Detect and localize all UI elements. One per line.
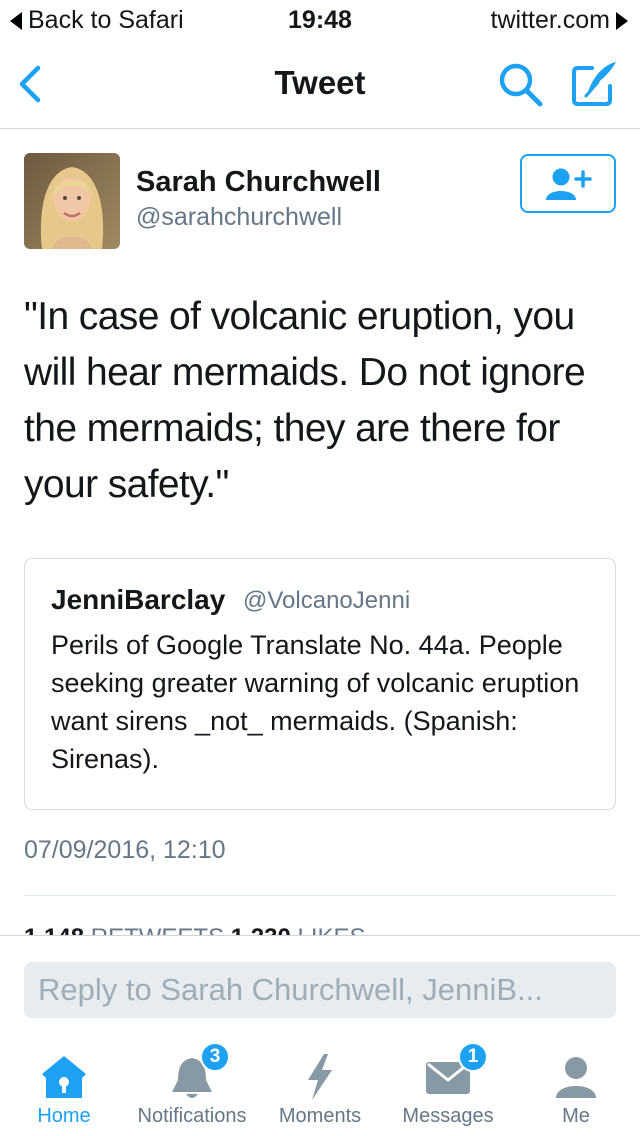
search-icon[interactable] <box>496 60 546 110</box>
home-icon <box>42 1056 86 1098</box>
tweet-text: "In case of volcanic eruption, you will … <box>24 295 586 506</box>
tab-messages-label: Messages <box>402 1105 494 1127</box>
add-user-icon <box>546 168 592 200</box>
status-site: twitter.com <box>491 6 628 35</box>
tab-messages[interactable]: 1 Messages <box>392 1040 504 1136</box>
retweets-count: 1,148 <box>24 924 84 935</box>
compose-icon[interactable] <box>568 58 622 110</box>
tab-me-label: Me <box>562 1105 590 1127</box>
reply-bar: Reply to Sarah Churchwell, JenniB... <box>0 935 640 1031</box>
likes-label: LIKES <box>297 924 365 935</box>
tab-moments-label: Moments <box>278 1105 362 1127</box>
tab-me[interactable]: Me <box>536 1040 616 1136</box>
reply-input[interactable]: Reply to Sarah Churchwell, JenniB... <box>24 962 616 1018</box>
follow-button[interactable] <box>520 154 616 213</box>
navigation-bar: Tweet <box>0 40 640 129</box>
likes-count: 1,230 <box>231 924 291 935</box>
tab-moments[interactable]: Moments <box>272 1040 368 1136</box>
tweet-timestamp: 07/09/2016, 12:10 <box>24 836 226 864</box>
quoted-tweet-text: Perils of Google Translate No. 44a. Peop… <box>51 630 580 774</box>
author-name[interactable]: Sarah Churchwell <box>136 166 381 199</box>
quoted-author-handle: @VolcanoJenni <box>243 587 411 614</box>
tweet-stats[interactable]: 1,148 RETWEETS 1,230 LIKES <box>24 924 624 935</box>
quoted-tweet[interactable]: JenniBarclay @VolcanoJenni Perils of Goo… <box>24 558 616 810</box>
avatar[interactable] <box>24 153 120 249</box>
lightning-icon <box>308 1054 332 1100</box>
tab-bar: Home 3 Notifications Moments 1 Messages … <box>0 1040 640 1136</box>
status-site-label: twitter.com <box>490 6 610 34</box>
forward-triangle-icon <box>616 11 628 30</box>
retweets-label: RETWEETS <box>91 924 224 935</box>
tab-home-label: Home <box>37 1105 91 1127</box>
notifications-badge: 3 <box>200 1042 230 1072</box>
tab-notifications-label: Notifications <box>137 1105 247 1127</box>
tab-notifications[interactable]: 3 Notifications <box>128 1040 256 1136</box>
tab-home[interactable]: Home <box>14 1040 114 1136</box>
quoted-author-name: JenniBarclay <box>51 584 226 615</box>
author-handle[interactable]: @sarahchurchwell <box>136 203 342 232</box>
person-icon <box>556 1057 596 1098</box>
messages-badge: 1 <box>458 1042 488 1072</box>
status-bar: Back to Safari 19:48 twitter.com <box>0 0 640 40</box>
divider <box>24 895 616 896</box>
